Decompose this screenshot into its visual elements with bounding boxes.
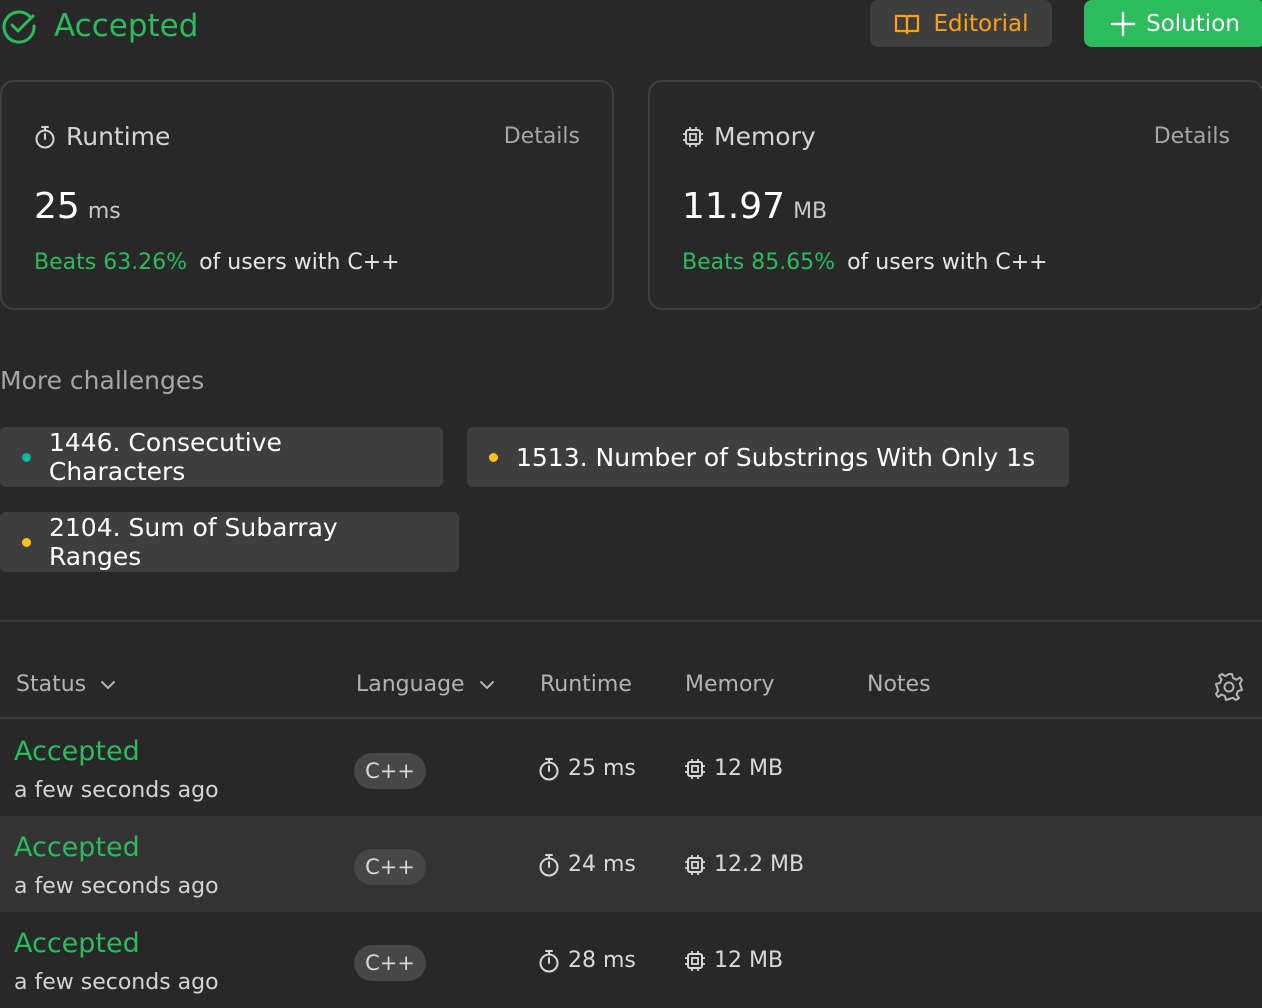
runtime-column-header: Runtime xyxy=(540,672,632,697)
memory-beats-percent: Beats 85.65% xyxy=(682,250,836,275)
plus-icon xyxy=(1110,11,1136,36)
row-memory: 12.2 MB xyxy=(684,852,804,877)
table-row[interactable]: Accepted a few seconds ago C++ 25 ms 12 … xyxy=(0,720,1262,816)
row-language-badge: C++ xyxy=(354,945,426,981)
row-time: a few seconds ago xyxy=(14,874,219,899)
challenge-label: 1446. Consecutive Characters xyxy=(48,428,282,486)
row-language-badge: C++ xyxy=(354,849,426,885)
memory-card-header: Memory xyxy=(682,122,816,151)
chevron-down-icon xyxy=(101,680,116,689)
solution-label: Solution xyxy=(1146,10,1240,37)
section-divider xyxy=(0,620,1262,622)
row-runtime-value: 28 ms xyxy=(568,948,636,973)
row-memory-value: 12 MB xyxy=(714,756,784,781)
status-column-header[interactable]: Status xyxy=(16,672,116,697)
gear-icon[interactable] xyxy=(1213,671,1245,703)
row-runtime: 25 ms xyxy=(538,756,636,781)
row-memory: 12 MB xyxy=(684,756,783,781)
runtime-beats-percent: Beats 63.26% xyxy=(34,250,188,275)
runtime-beats: Beats 63.26% of users with C++ xyxy=(34,250,400,275)
row-runtime-value: 25 ms xyxy=(568,756,636,781)
challenge-chip-1446[interactable]: 1446. Consecutive Characters xyxy=(0,427,443,487)
chip-icon xyxy=(685,950,705,971)
language-header-label: Language xyxy=(356,672,465,697)
memory-unit: MB xyxy=(793,199,828,224)
memory-beats: Beats 85.65% of users with C++ xyxy=(682,250,1048,275)
row-language-badge: C++ xyxy=(354,753,426,789)
memory-beats-suffix: of users with C++ xyxy=(847,250,1048,275)
editorial-label: Editorial xyxy=(933,10,1029,37)
runtime-beats-suffix: of users with C++ xyxy=(199,250,400,275)
stopwatch-icon xyxy=(35,125,55,148)
chip-icon xyxy=(685,854,705,875)
stopwatch-icon xyxy=(539,757,559,780)
memory-column-header: Memory xyxy=(685,672,775,697)
row-runtime: 28 ms xyxy=(538,948,636,973)
check-circle-icon xyxy=(2,10,36,44)
challenge-chip-2104[interactable]: 2104. Sum of Subarray Ranges xyxy=(0,512,459,572)
row-memory-value: 12 MB xyxy=(714,948,784,973)
table-header-divider xyxy=(0,717,1262,719)
challenge-chip-1513[interactable]: 1513. Number of Substrings With Only 1s xyxy=(467,427,1069,487)
status-header-label: Status xyxy=(16,672,87,697)
row-runtime: 24 ms xyxy=(538,852,636,877)
runtime-card-title: Runtime xyxy=(66,122,171,151)
editorial-button[interactable]: Editorial xyxy=(870,0,1052,47)
table-row[interactable]: Accepted a few seconds ago C++ 28 ms 12 … xyxy=(0,912,1262,1008)
row-status[interactable]: Accepted xyxy=(14,832,140,863)
language-column-header[interactable]: Language xyxy=(356,672,495,697)
runtime-details-link[interactable]: Details xyxy=(504,124,580,149)
difficulty-dot xyxy=(22,537,31,547)
challenge-label: 1513. Number of Substrings With Only 1s xyxy=(516,442,1036,472)
runtime-value: 25 xyxy=(34,186,80,227)
row-memory-value: 12.2 MB xyxy=(714,852,805,877)
runtime-card: Runtime Details 25 ms Beats 63.26% of user… xyxy=(0,80,614,310)
chip-icon xyxy=(685,758,705,779)
runtime-value-block: 25 ms xyxy=(34,186,121,227)
memory-details-link[interactable]: Details xyxy=(1154,124,1230,149)
difficulty-dot xyxy=(22,452,31,462)
row-runtime-value: 24 ms xyxy=(568,852,636,877)
difficulty-dot xyxy=(489,452,498,462)
memory-card-title: Memory xyxy=(714,122,816,151)
submission-status-title: Accepted xyxy=(54,8,199,44)
memory-value: 11.97 xyxy=(682,186,786,227)
book-icon xyxy=(894,14,919,34)
memory-value-block: 11.97 MB xyxy=(682,186,827,227)
chevron-down-icon xyxy=(479,680,494,689)
runtime-unit: ms xyxy=(87,199,121,224)
more-challenges-title: More challenges xyxy=(0,366,205,395)
runtime-card-header: Runtime xyxy=(34,122,170,151)
chip-icon xyxy=(683,126,703,147)
row-status[interactable]: Accepted xyxy=(14,928,140,959)
solution-button[interactable]: Solution xyxy=(1084,0,1262,47)
row-memory: 12 MB xyxy=(684,948,783,973)
row-time: a few seconds ago xyxy=(14,778,219,803)
memory-card: Memory Details 11.97 MB Beats 85.65% of us… xyxy=(648,80,1262,310)
table-row[interactable]: Accepted a few seconds ago C++ 24 ms 12.… xyxy=(0,816,1262,912)
row-status[interactable]: Accepted xyxy=(14,736,140,767)
notes-column-header: Notes xyxy=(867,672,931,697)
row-time: a few seconds ago xyxy=(14,970,219,995)
stopwatch-icon xyxy=(539,853,559,876)
stopwatch-icon xyxy=(539,949,559,972)
challenge-label: 2104. Sum of Subarray Ranges xyxy=(48,513,338,571)
